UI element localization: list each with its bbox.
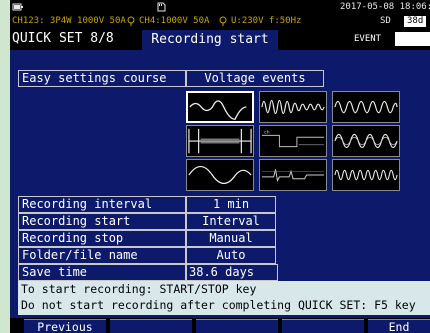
f4-button[interactable] [282, 319, 364, 333]
waveform-thumb-frequency[interactable] [186, 159, 254, 191]
waveform-thumb-dip[interactable] [186, 125, 254, 157]
f2-button[interactable] [110, 319, 192, 333]
help-message: To start recording: START/STOP key Do no… [18, 281, 430, 315]
easy-settings-label: Easy settings course [18, 70, 186, 87]
waveform-thumb-swell[interactable] [186, 91, 254, 123]
waveform-thumb-transient[interactable] [259, 91, 327, 123]
recording-start-value[interactable]: Interval [186, 213, 276, 230]
save-time-value: 38.6 days [186, 264, 278, 281]
help-message-line-2: Do not start recording after completing … [21, 298, 416, 312]
clamp-icon [219, 15, 227, 28]
status-bar-config: CH123: 3P4W 1000V 50A CH4:1000V 50A U:23… [10, 15, 430, 28]
svg-text:ch: ch [264, 130, 270, 136]
status-bar-top: 2017-05-08 18:06: [10, 0, 430, 15]
recording-interval-value[interactable]: 1 min [186, 196, 276, 213]
waveform-thumb-highorder[interactable] [332, 159, 400, 191]
clamp-icon [127, 15, 135, 28]
channel-config: CH123: 3P4W 1000V 50A [12, 16, 126, 26]
waveform-thumb-flicker[interactable] [259, 159, 327, 191]
storage-label: SD [380, 16, 391, 26]
f3-button[interactable] [196, 319, 278, 333]
battery-icon [12, 0, 24, 15]
waveform-thumb-unbalance[interactable] [332, 125, 400, 157]
event-indicator [395, 32, 430, 46]
instrument-screen: 2017-05-08 18:06: CH123: 3P4W 1000V 50A … [10, 0, 430, 333]
waveform-thumb-harmonic[interactable] [332, 91, 400, 123]
function-key-bar: Previous End [10, 318, 430, 333]
recording-interval-label: Recording interval [18, 196, 186, 213]
save-time-label: Save time [18, 264, 186, 281]
ch4-config: CH4:1000V 50A [139, 16, 210, 26]
folder-file-name-value[interactable]: Auto [186, 247, 276, 264]
datetime: 2017-05-08 18:06: [340, 2, 430, 12]
sd-card-icon [156, 0, 166, 15]
waveform-thumb-interruption[interactable]: ch [259, 125, 327, 157]
recording-start-label: Recording start [18, 213, 186, 230]
page-title: Recording start [142, 30, 278, 50]
quick-set-step: QUICK SET 8/8 [12, 31, 114, 46]
recording-stop-label: Recording stop [18, 230, 186, 247]
help-message-line-1: To start recording: START/STOP key [21, 282, 257, 296]
voltage-frequency: U:230V f:50Hz [231, 16, 302, 26]
mode-bar: QUICK SET 8/8 Recording start EVENT [10, 28, 430, 50]
easy-settings-value[interactable]: Voltage events [186, 70, 324, 87]
storage-remaining: 38d [404, 16, 427, 27]
recording-stop-value[interactable]: Manual [186, 230, 276, 247]
event-label: EVENT [354, 34, 382, 44]
folder-file-name-label: Folder/file name [18, 247, 186, 264]
f5-end-button[interactable]: End [368, 319, 430, 333]
f1-previous-button[interactable]: Previous [24, 319, 106, 333]
